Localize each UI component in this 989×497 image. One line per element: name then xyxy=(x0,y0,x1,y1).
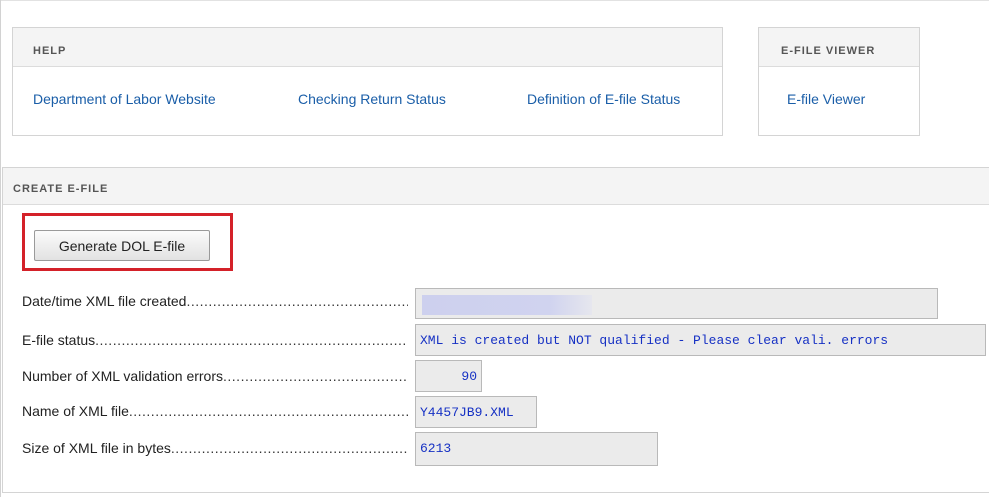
date-time-created-label-text: Date/time XML file created xyxy=(22,293,187,309)
xml-file-size-label: Size of XML file in bytes...............… xyxy=(22,440,408,456)
frame-top-border xyxy=(0,0,989,1)
redacted-value-blur xyxy=(422,295,592,315)
checking-return-status-link[interactable]: Checking Return Status xyxy=(298,91,446,107)
create-efile-heading: CREATE E-FILE xyxy=(3,168,989,205)
help-panel: HELP Department of Labor Website Checkin… xyxy=(12,27,723,136)
xml-file-name-field: Y4457JB9.XML xyxy=(415,396,537,428)
validation-errors-label: Number of XML validation errors.........… xyxy=(22,368,408,384)
efile-viewer-heading: E-FILE VIEWER xyxy=(759,28,919,67)
date-time-created-field xyxy=(415,288,938,319)
date-time-created-label: Date/time XML file created..............… xyxy=(22,293,408,309)
efile-status-definition-link[interactable]: Definition of E-file Status xyxy=(527,91,680,107)
xml-file-size-label-text: Size of XML file in bytes xyxy=(22,440,171,456)
validation-errors-label-text: Number of XML validation errors xyxy=(22,368,224,384)
efile-status-field: XML is created but NOT qualified - Pleas… xyxy=(415,324,986,356)
efile-status-label: E-file status...........................… xyxy=(22,332,408,348)
validation-errors-field: 90 xyxy=(415,360,482,392)
generate-dol-efile-button[interactable]: Generate DOL E-file xyxy=(34,230,210,261)
dol-website-link[interactable]: Department of Labor Website xyxy=(33,91,216,107)
xml-file-name-label: Name of XML file........................… xyxy=(22,403,408,419)
efile-viewer-link[interactable]: E-file Viewer xyxy=(787,91,865,107)
xml-file-size-field: 6213 xyxy=(415,432,658,466)
help-heading: HELP xyxy=(13,28,722,67)
frame-left-border xyxy=(0,0,1,497)
efile-viewer-panel: E-FILE VIEWER E-file Viewer xyxy=(758,27,920,136)
xml-file-name-label-text: Name of XML file xyxy=(22,403,129,419)
efile-status-label-text: E-file status xyxy=(22,332,96,348)
